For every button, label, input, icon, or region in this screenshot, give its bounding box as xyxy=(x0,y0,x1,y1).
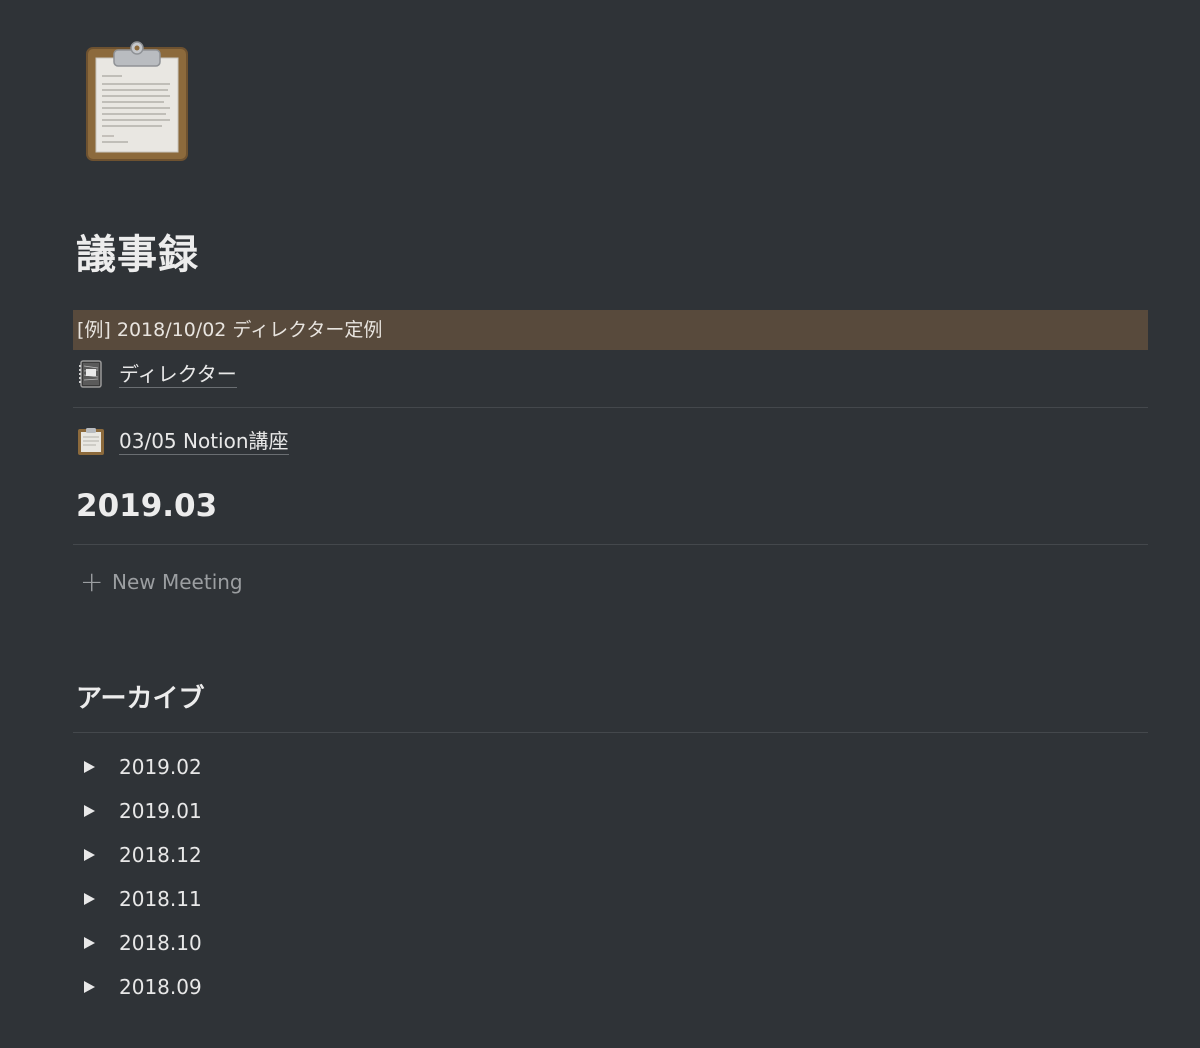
toggle-triangle-icon[interactable] xyxy=(84,805,95,817)
toggle-item-2018-09[interactable]: 2018.09 xyxy=(84,972,202,1002)
toggle-label: 2019.01 xyxy=(119,799,202,823)
clipboard-icon[interactable] xyxy=(84,40,190,162)
clipboard-icon xyxy=(76,426,106,456)
toggle-triangle-icon[interactable] xyxy=(84,937,95,949)
page-link-notion-lecture[interactable]: 03/05 Notion講座 xyxy=(76,425,289,457)
plus-icon: + xyxy=(80,565,104,598)
toggle-triangle-icon[interactable] xyxy=(84,981,95,993)
page-link-label[interactable]: ディレクター xyxy=(119,361,237,388)
archive-heading[interactable]: アーカイブ xyxy=(76,678,204,715)
new-meeting-button[interactable]: + New Meeting xyxy=(80,566,243,598)
divider xyxy=(73,407,1148,408)
new-meeting-label: New Meeting xyxy=(112,570,243,594)
toggle-item-2018-10[interactable]: 2018.10 xyxy=(84,928,202,958)
section-heading-current[interactable]: 2019.03 xyxy=(76,488,217,524)
toggle-label: 2019.02 xyxy=(119,755,202,779)
toggle-item-2018-11[interactable]: 2018.11 xyxy=(84,884,202,914)
toggle-triangle-icon[interactable] xyxy=(84,849,95,861)
toggle-label: 2018.09 xyxy=(119,975,202,999)
toggle-item-2019-01[interactable]: 2019.01 xyxy=(84,796,202,826)
page-title[interactable]: 議事録 xyxy=(76,222,199,280)
page-link-label[interactable]: 03/05 Notion講座 xyxy=(119,428,289,455)
toggle-label: 2018.10 xyxy=(119,931,202,955)
notebook-icon xyxy=(76,359,106,389)
divider xyxy=(73,544,1148,545)
divider xyxy=(73,732,1148,733)
callout-text: [例] 2018/10/02 ディレクター定例 xyxy=(77,319,383,341)
page-link-director[interactable]: ディレクター xyxy=(76,358,237,390)
toggle-label: 2018.12 xyxy=(119,843,202,867)
toggle-triangle-icon[interactable] xyxy=(84,893,95,905)
callout-template-example[interactable]: [例] 2018/10/02 ディレクター定例 xyxy=(73,310,1148,350)
toggle-item-2018-12[interactable]: 2018.12 xyxy=(84,840,202,870)
toggle-triangle-icon[interactable] xyxy=(84,761,95,773)
toggle-label: 2018.11 xyxy=(119,887,202,911)
toggle-item-2019-02[interactable]: 2019.02 xyxy=(84,752,202,782)
